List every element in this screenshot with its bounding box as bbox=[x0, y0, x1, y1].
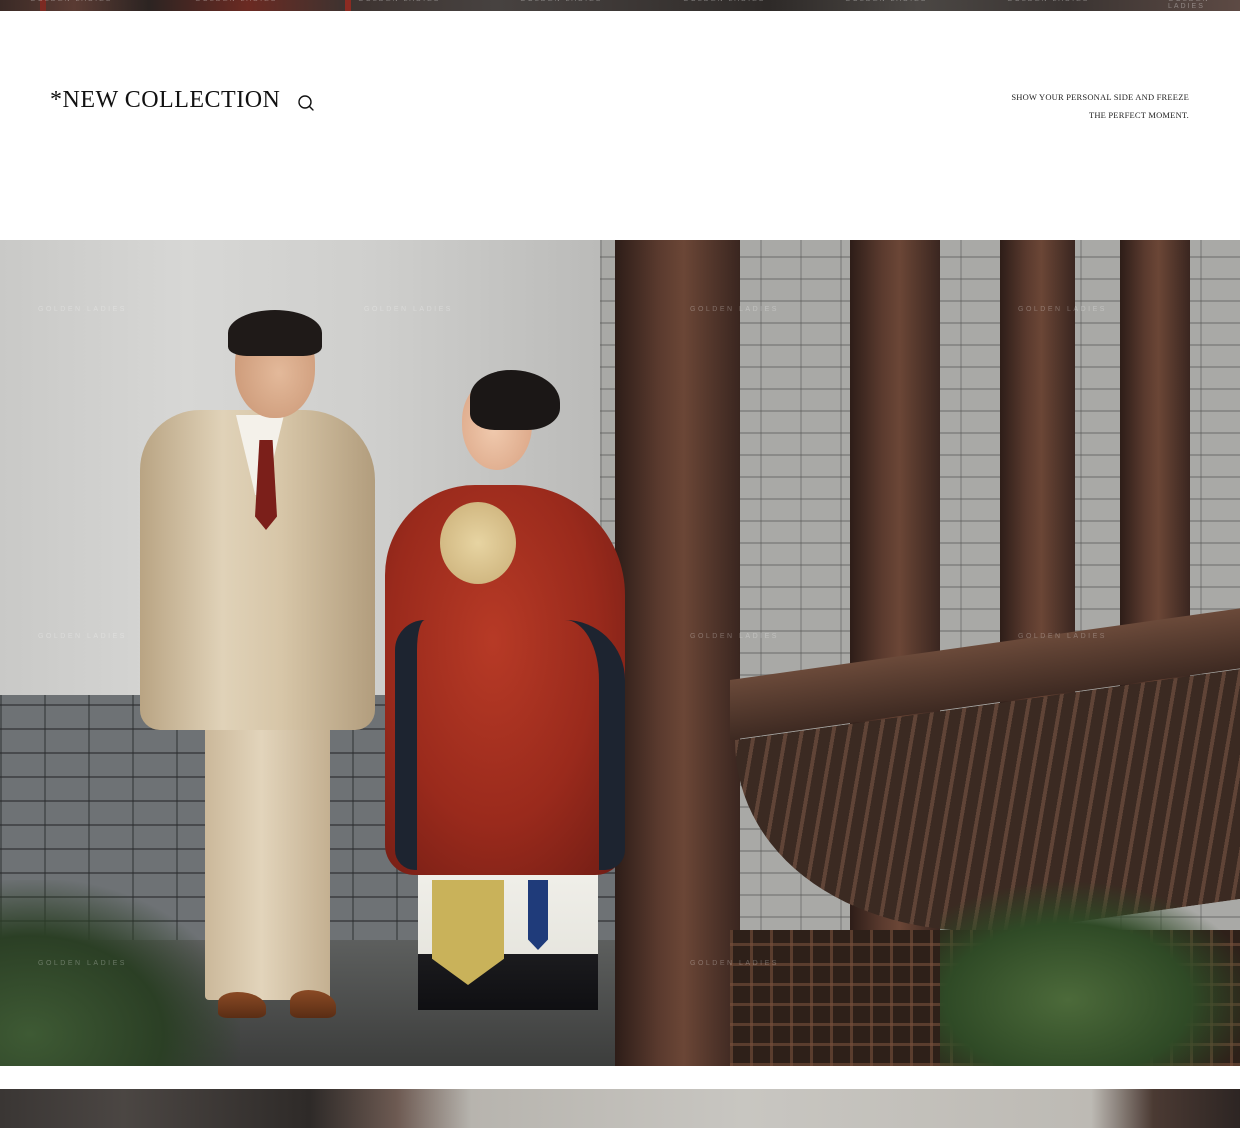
watermark-text: GOLDEN LADIES bbox=[38, 633, 127, 640]
man-hair bbox=[228, 310, 322, 356]
watermark-text: GOLDEN LADIES bbox=[1007, 0, 1089, 3]
watermark-text: GOLDEN LADIES bbox=[683, 0, 765, 3]
robe-trim bbox=[395, 620, 625, 870]
skirt-panel bbox=[528, 880, 548, 950]
collection-title: *NEW COLLECTION bbox=[50, 87, 281, 113]
collection-header: *NEW COLLECTION SHOW YOUR PERSONAL SIDE … bbox=[0, 11, 1240, 240]
tagline: SHOW YOUR PERSONAL SIDE AND FREEZE THE P… bbox=[1011, 88, 1189, 124]
previous-photo-strip: GOLDEN LADIES GOLDEN LADIES GOLDEN LADIE… bbox=[0, 0, 1240, 11]
foreground-plants bbox=[0, 880, 240, 1066]
couple-photo: GOLDEN LADIES GOLDEN LADIES GOLDEN LADIE… bbox=[0, 240, 1240, 1066]
watermark-text: GOLDEN LADIES bbox=[1018, 306, 1107, 313]
watermark-text: GOLDEN LADIES bbox=[195, 0, 277, 3]
round-fan bbox=[440, 502, 516, 584]
watermark-text: GOLDEN LADIES bbox=[690, 960, 779, 967]
next-photo-strip bbox=[0, 1089, 1240, 1128]
watermark-text: GOLDEN LADIES bbox=[38, 960, 127, 967]
tagline-line: SHOW YOUR PERSONAL SIDE AND FREEZE bbox=[1011, 92, 1189, 102]
wooden-pillar bbox=[615, 240, 740, 1066]
tagline-line: THE PERFECT MOMENT. bbox=[1088, 110, 1189, 120]
watermark-text: GOLDEN LADIES bbox=[30, 0, 112, 3]
watermark-text: GOLDEN LADIES bbox=[38, 306, 127, 313]
man-trousers bbox=[205, 720, 330, 1000]
watermark-text: GOLDEN LADIES bbox=[520, 0, 602, 3]
strip-accent bbox=[345, 0, 351, 11]
watermark-text: GOLDEN LADIES bbox=[1018, 633, 1107, 640]
watermark-text: GOLDEN LADIES bbox=[364, 306, 453, 313]
search-icon bbox=[298, 95, 314, 111]
watermark-text: GOLDEN LADIES bbox=[358, 0, 440, 3]
search-button[interactable] bbox=[296, 93, 316, 113]
watermark-text: GOLDEN LADIES bbox=[690, 306, 779, 313]
garden-plants bbox=[940, 880, 1240, 1066]
watermark-text: GOLDEN LADIES bbox=[1168, 0, 1208, 10]
watermark-text: GOLDEN LADIES bbox=[690, 633, 779, 640]
watermark-text: GOLDEN LADIES bbox=[845, 0, 927, 3]
